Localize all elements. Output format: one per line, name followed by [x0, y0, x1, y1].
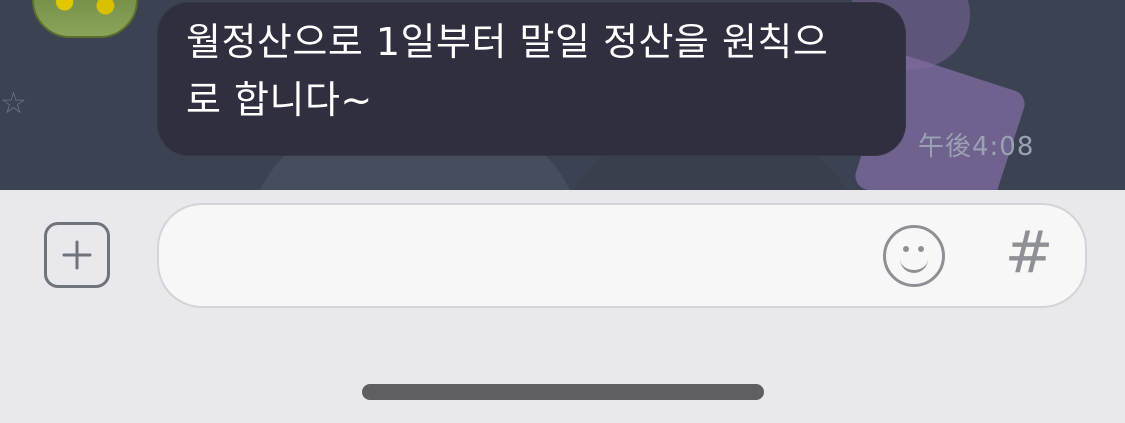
- message-input[interactable]: [157, 203, 1087, 308]
- add-attachment-button[interactable]: [44, 222, 110, 288]
- star-icon: ☆: [0, 86, 27, 121]
- home-indicator[interactable]: [362, 384, 764, 400]
- hashtag-button[interactable]: #: [1004, 222, 1054, 282]
- smiley-icon: [918, 246, 924, 252]
- avatar[interactable]: [32, 0, 138, 38]
- smiley-icon: [903, 246, 909, 252]
- message-timestamp: 午後4:08: [918, 132, 1035, 162]
- message-text: 월정산으로 1일부터 말일 정산을 원칙으 로 합니다~: [186, 20, 829, 122]
- smiley-icon: [900, 258, 928, 273]
- plus-icon: [62, 240, 92, 270]
- emoji-button[interactable]: [883, 225, 945, 287]
- chat-message-area: ☆ 월정산으로 1일부터 말일 정산을 원칙으 로 합니다~ 午後4:08: [0, 0, 1125, 190]
